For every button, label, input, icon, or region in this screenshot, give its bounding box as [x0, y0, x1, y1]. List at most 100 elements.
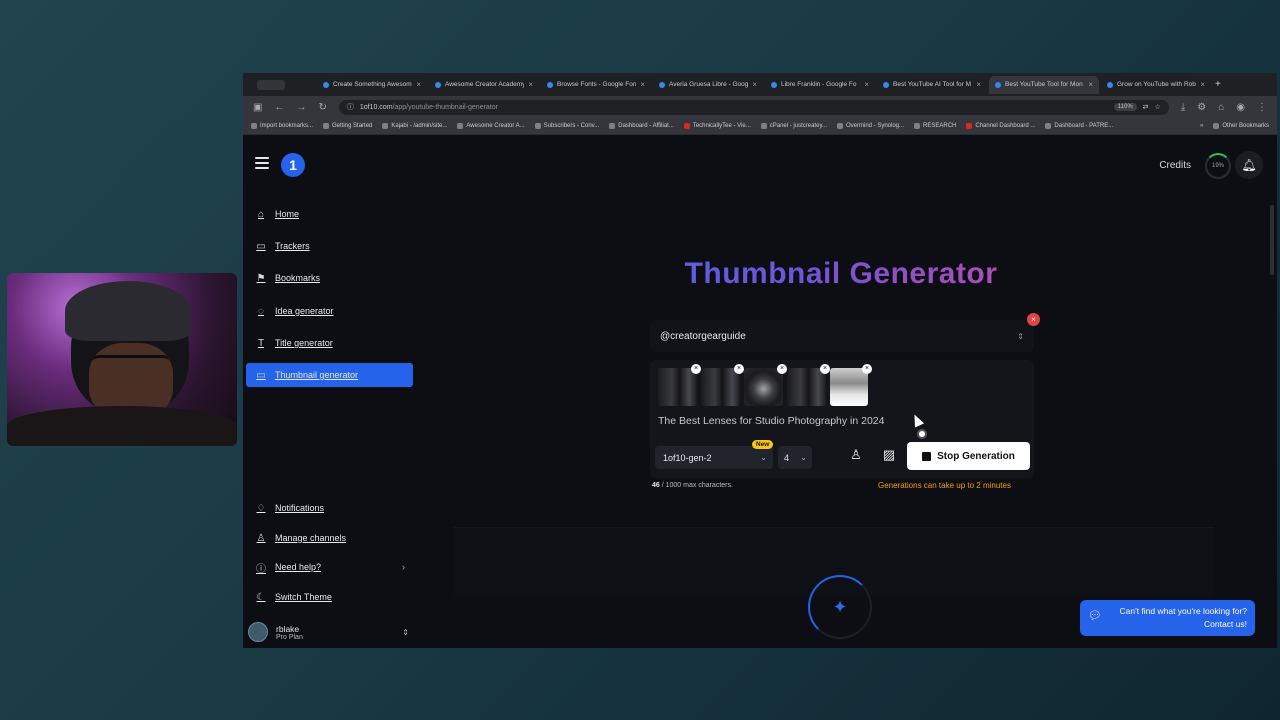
image-upload-icon[interactable]: ▨ [879, 447, 899, 467]
new-tab-button[interactable]: + [1213, 76, 1231, 94]
app-root: 1 Credits 19% 🔔︎ ⌂ Home ▭ Trackers ⚑ Bookma… [243, 135, 1277, 648]
chevron-down-icon: ⌄ [760, 453, 767, 462]
reference-image-thumbnail: × [744, 364, 787, 406]
window-controls[interactable] [257, 79, 285, 90]
url-field[interactable]: ⓘ 1of10.com/app/youtube-thumbnail-genera… [338, 99, 1169, 115]
scrollbar[interactable] [1270, 205, 1274, 275]
remove-image-icon[interactable]: × [734, 364, 744, 374]
remove-image-icon[interactable]: × [691, 364, 701, 374]
menu-icon[interactable]: ⋮ [1257, 102, 1267, 113]
browser-tab[interactable]: Libre Franklin - Google Fo × [765, 76, 875, 94]
browser-tab[interactable]: Grow on YouTube with Rob × [1101, 76, 1211, 94]
bookmark-icon: ⚑ [256, 272, 266, 284]
reference-image-thumbnail: × [830, 364, 872, 406]
close-tab-icon[interactable]: × [640, 80, 645, 89]
sidebar-item-title-generator[interactable]: T Title generator [246, 331, 413, 355]
remove-image-icon[interactable]: × [820, 364, 830, 374]
tab-favicon [547, 81, 553, 88]
stop-generation-button[interactable]: Stop Generation [907, 442, 1030, 470]
chevron-right-icon: › [402, 562, 405, 572]
stop-icon [922, 451, 932, 461]
user-name: rblake [276, 623, 300, 634]
sidebar-item-switch-theme[interactable]: ☾ Switch Theme [246, 585, 413, 609]
zoom-level[interactable]: 110% [1113, 103, 1137, 111]
bookmark-item[interactable]: Channel Dashboard ... [966, 123, 1035, 129]
sidebar-toggle-icon[interactable]: ▣ [253, 102, 262, 113]
close-tab-icon[interactable]: × [864, 80, 869, 89]
close-tab-icon[interactable]: × [416, 80, 421, 89]
bookmark-item[interactable]: Kajabi - /admin/site... [382, 123, 447, 129]
site-info-icon[interactable]: ⓘ [347, 102, 354, 112]
model-select[interactable]: 1of10-gen-2 ⌄ [655, 446, 773, 469]
reference-image-thumbnail: × [787, 364, 830, 406]
sidebar-item-bookmarks[interactable]: ⚑ Bookmarks [246, 266, 413, 290]
forward-button[interactable]: → [296, 102, 306, 113]
credits-label: Credits [1159, 160, 1191, 171]
user-plan: Pro Plan [276, 633, 303, 641]
character-counter: 46 / 1000 max characters. [652, 482, 733, 489]
not-allowed-cursor-icon [917, 429, 927, 439]
bookmark-item[interactable]: Overmind - Synolog... [837, 123, 904, 129]
credits-progress-ring[interactable]: 19% [1205, 153, 1231, 179]
profile-icon[interactable]: ◉ [1236, 102, 1245, 113]
user-account-menu[interactable]: rblake Pro Plan ⇕ [248, 617, 413, 647]
app-logo[interactable]: 1 [281, 153, 305, 177]
close-tab-icon[interactable]: × [976, 80, 981, 89]
star-icon[interactable]: ☆ [1155, 103, 1161, 111]
browser-tab[interactable]: Averia Gruesa Libre - Goog × [653, 76, 763, 94]
sidebar-item-idea-generator[interactable]: ◌ Idea generator [246, 299, 413, 323]
bookmark-item[interactable]: Import bookmarks... [251, 123, 313, 129]
bookmark-item[interactable]: Dashboard - PATRE... [1045, 123, 1113, 129]
loading-spinner: ✦ [808, 575, 872, 639]
bookmark-folder[interactable]: RESEARCH [914, 123, 956, 129]
prompt-input[interactable]: The Best Lenses for Studio Photography i… [658, 415, 884, 427]
chevron-updown-icon: ⇕ [1017, 331, 1024, 341]
more-bookmarks-icon[interactable]: » [1200, 123, 1203, 129]
back-button[interactable]: ← [274, 102, 284, 113]
sidebar-item-thumbnail-generator[interactable]: ▭ Thumbnail generator [246, 363, 413, 387]
bookmark-item[interactable]: cPanel - justcreatey... [760, 123, 827, 129]
sidebar-item-manage-channels[interactable]: ♙ Manage channels [246, 526, 413, 550]
close-tab-icon[interactable]: × [1088, 80, 1093, 89]
face-reference-icon[interactable]: ♙ [846, 447, 866, 467]
translate-icon[interactable]: ⇄ [1143, 103, 1149, 111]
close-tab-icon[interactable]: × [528, 80, 533, 89]
channel-select[interactable]: @creatorgearguide ⇕ × [650, 313, 1040, 352]
prompt-box[interactable]: × × × × × The Best Lenses for Studio Pho… [650, 360, 1034, 478]
reload-button[interactable]: ↻ [318, 102, 326, 113]
home-icon: ⌂ [257, 208, 265, 220]
remove-image-icon[interactable]: × [862, 364, 872, 374]
close-tab-icon[interactable]: × [1200, 80, 1205, 89]
close-tab-icon[interactable]: × [752, 80, 757, 89]
app-header: 1 Credits 19% 🔔︎ [243, 135, 1277, 195]
generation-time-note: Generations can take up to 2 minutes [878, 481, 1011, 490]
notifications-bell-icon[interactable]: 🔔︎ [1235, 151, 1263, 179]
folder-icon: ▭ [256, 240, 266, 252]
text-icon: T [257, 337, 265, 349]
sidebar-item-notifications[interactable]: ♢ Notifications [246, 496, 413, 520]
bookmark-item[interactable]: Awesome Creator A... [457, 123, 525, 129]
browser-tab[interactable]: Create Something Awesom × [317, 76, 427, 94]
other-bookmarks-folder[interactable]: Other Bookmarks [1213, 123, 1269, 129]
remove-image-icon[interactable]: × [777, 364, 787, 374]
reference-image-thumbnail: × [701, 364, 744, 406]
browser-tab[interactable]: Awesome Creator Academy × [429, 76, 539, 94]
bookmark-item[interactable]: Getting Started [323, 123, 372, 129]
bookmark-item[interactable]: Dashboard - Affiliat... [609, 123, 674, 129]
clear-channel-icon[interactable]: × [1027, 313, 1040, 326]
contact-support-button[interactable]: 💬︎ Can't find what you're looking for? C… [1080, 600, 1255, 636]
sidebar-item-home[interactable]: ⌂ Home [246, 202, 413, 226]
variation-count-select[interactable]: 4 ⌄ [778, 446, 812, 469]
bookmark-item[interactable]: Subscribers - Conv... [534, 123, 599, 129]
browser-tab-active[interactable]: Best YouTube Tool for Mon × [989, 75, 1099, 94]
sidebar-item-need-help[interactable]: ⓘ Need help? › [246, 555, 413, 579]
extensions-icon[interactable]: ⚙ [1197, 102, 1206, 113]
hamburger-menu-icon[interactable] [255, 157, 269, 169]
plus-icon: + [1215, 79, 1221, 90]
browser-tab[interactable]: Browse Fonts - Google Fon × [541, 76, 651, 94]
bookmark-item[interactable]: TechnicallyTee - Vie... [683, 123, 751, 129]
browser-tab[interactable]: Best YouTube AI Tool for M × [877, 76, 987, 94]
sidebar-item-trackers[interactable]: ▭ Trackers [246, 234, 413, 258]
download-icon[interactable]: ⤓ [1181, 102, 1185, 113]
puzzle-icon[interactable]: ⌂ [1218, 102, 1224, 113]
